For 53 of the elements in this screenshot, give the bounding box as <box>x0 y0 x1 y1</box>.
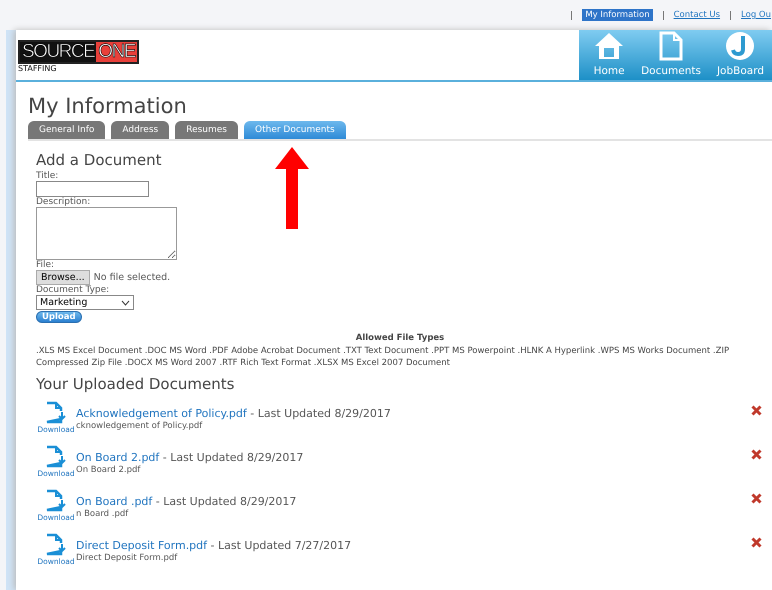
logo[interactable]: SOURCE ONE STAFFING <box>16 30 139 80</box>
delete-icon[interactable] <box>751 449 762 460</box>
document-link[interactable]: On Board 2.pdf <box>76 451 160 464</box>
nav-item[interactable]: Documents <box>633 30 709 80</box>
last-updated: - Last Updated 8/29/2017 <box>249 407 391 420</box>
field-label: Title: <box>36 171 58 181</box>
last-updated: - Last Updated 8/29/2017 <box>162 451 304 464</box>
logo-word: SOURCE <box>20 42 96 62</box>
document-description: cknowledgement of Policy.pdf <box>76 421 204 431</box>
download-document-icon <box>44 401 68 425</box>
jobboard-icon <box>725 31 756 61</box>
document-link[interactable]: Direct Deposit Form.pdf <box>76 539 208 552</box>
tab[interactable]: Address <box>111 121 170 139</box>
top-link[interactable]: Log Ou <box>741 10 771 20</box>
field-label: File: <box>36 260 54 270</box>
page-title: My Information <box>28 93 188 118</box>
section-heading: Add a Document <box>36 151 162 169</box>
home-icon <box>593 31 626 61</box>
document-type-dropdown[interactable]: Marketing <box>36 295 134 310</box>
top-link[interactable]: Contact Us <box>674 10 720 20</box>
file-status: No file selected. <box>94 272 170 283</box>
download-document-icon <box>44 489 68 513</box>
allowed-types-heading: Allowed File Types <box>354 333 446 343</box>
allowed-types-text: .XLS MS Excel Document .DOC MS Word .PDF Adobe Acrobat Document .TXT Text Document .PPT MS Powerpoint .HLNK A Hyperlink .WPS MS Works Document .ZIP Compressed Zip File .DOCX MS Word 2007 .RTF Rich Text Format .XLSX MS Excel 2007 Document <box>36 345 730 369</box>
logo-word: ONE <box>96 42 137 62</box>
title-field[interactable] <box>36 181 149 197</box>
logo-tagline: STAFFING <box>18 64 58 73</box>
document-link[interactable]: On Board .pdf <box>76 495 152 508</box>
delete-icon[interactable] <box>751 537 762 548</box>
last-updated: - Last Updated 7/27/2017 <box>210 539 352 552</box>
field-label: Document Type: <box>36 285 110 295</box>
document-link[interactable]: Acknowledgement of Policy.pdf <box>76 407 247 420</box>
document-description: n Board .pdf <box>76 509 130 519</box>
document-description: On Board 2.pdf <box>76 465 142 475</box>
section-heading: Your Uploaded Documents <box>36 375 236 393</box>
browse-button[interactable]: Browse... <box>36 270 90 285</box>
upload-button[interactable]: Upload <box>36 311 82 323</box>
chevron-icon <box>121 300 130 306</box>
field-label: Description: <box>36 197 90 207</box>
description-field[interactable] <box>36 207 177 260</box>
document-icon <box>658 31 684 61</box>
delete-icon[interactable] <box>751 493 762 504</box>
delete-icon[interactable] <box>751 405 762 416</box>
nav-item[interactable]: JobBoard <box>708 30 772 80</box>
tab[interactable]: Other Documents <box>244 121 346 139</box>
nav-item[interactable]: Home <box>585 30 634 80</box>
download-document-icon <box>44 533 68 557</box>
document-description: Direct Deposit Form.pdf <box>76 553 178 563</box>
download-document-icon <box>44 445 68 469</box>
tab[interactable]: Resumes <box>175 121 238 139</box>
last-updated: - Last Updated 8/29/2017 <box>154 495 296 508</box>
top-link[interactable]: My Information <box>582 9 653 21</box>
tab[interactable]: General Info <box>28 121 106 139</box>
